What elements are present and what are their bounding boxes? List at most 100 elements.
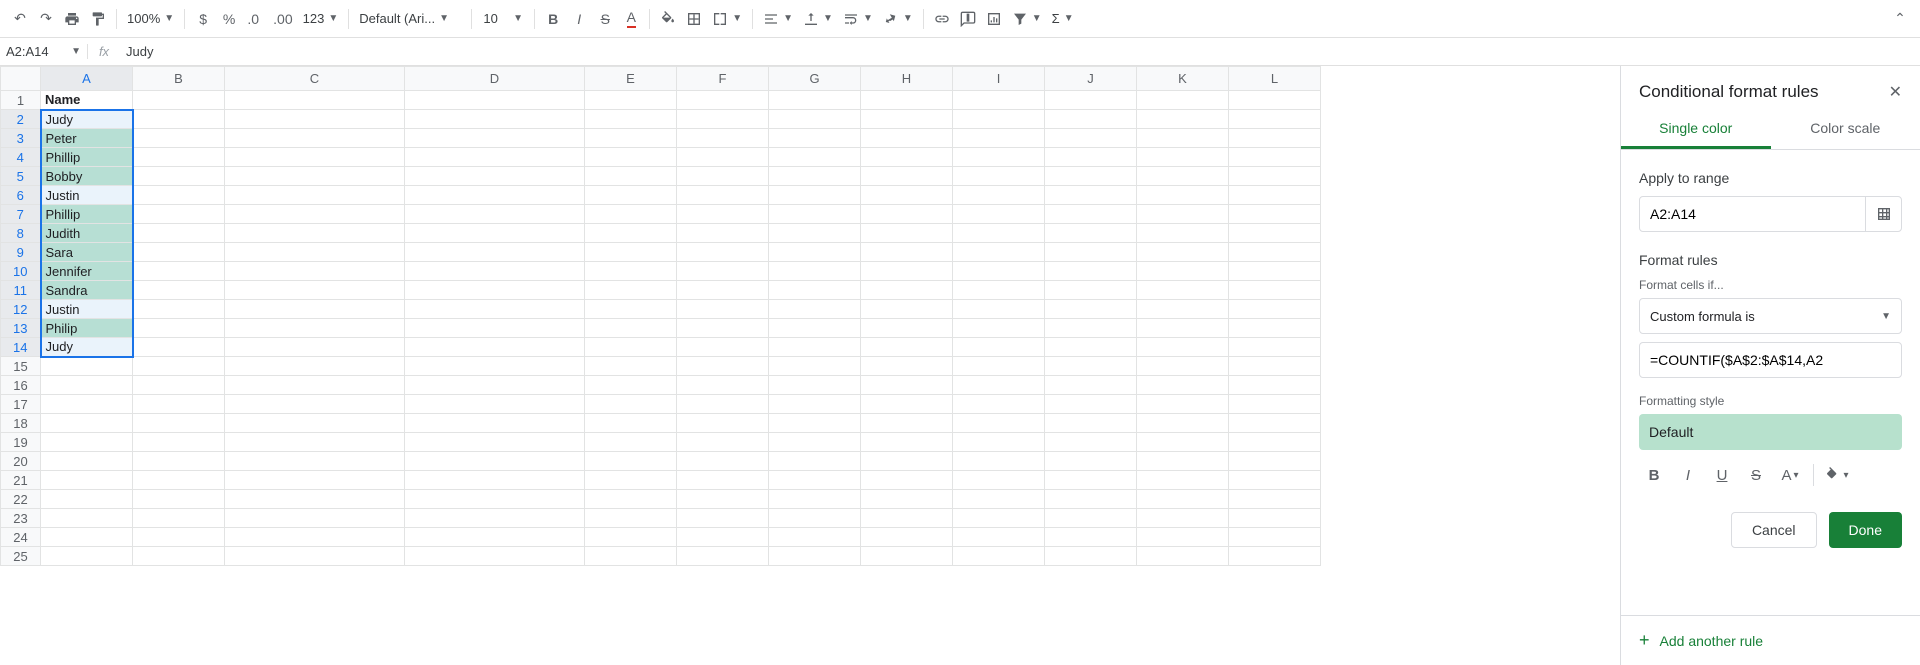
cell[interactable] [769,129,861,148]
cell[interactable] [953,452,1045,471]
cell[interactable] [405,357,585,376]
cell[interactable] [769,376,861,395]
cell[interactable] [677,224,769,243]
cell[interactable] [1229,300,1321,319]
row-header[interactable]: 8 [1,224,41,243]
cell[interactable] [1045,357,1137,376]
cell[interactable] [1045,205,1137,224]
cell[interactable] [133,224,225,243]
column-header[interactable]: G [769,67,861,91]
cell[interactable] [953,243,1045,262]
cell[interactable] [1137,300,1229,319]
cell[interactable] [953,148,1045,167]
functions-select[interactable]: Σ▼ [1048,6,1078,32]
cell[interactable] [225,224,405,243]
text-color-style-icon[interactable]: A▾ [1775,460,1805,490]
cell[interactable] [585,167,677,186]
cell[interactable] [1137,509,1229,528]
close-icon[interactable]: ✕ [1889,82,1902,102]
cell[interactable] [769,91,861,110]
cell[interactable] [861,205,953,224]
cell[interactable] [405,509,585,528]
cell[interactable] [133,243,225,262]
cell[interactable] [677,452,769,471]
cell[interactable] [1229,167,1321,186]
column-header[interactable]: C [225,67,405,91]
cell[interactable] [953,129,1045,148]
cell[interactable] [769,338,861,357]
cell[interactable] [861,167,953,186]
cell[interactable] [585,338,677,357]
tab-single-color[interactable]: Single color [1621,110,1771,149]
cell[interactable] [1045,262,1137,281]
cell[interactable] [405,319,585,338]
row-header[interactable]: 16 [1,376,41,395]
cell[interactable] [133,281,225,300]
cell[interactable] [769,110,861,129]
row-header[interactable]: 21 [1,471,41,490]
cell[interactable] [225,262,405,281]
cell[interactable] [769,395,861,414]
cell[interactable]: Phillip [41,148,133,167]
borders-icon[interactable] [682,6,706,32]
cell[interactable] [769,528,861,547]
cell[interactable] [769,452,861,471]
cell[interactable] [1137,319,1229,338]
formula-input[interactable]: Judy [120,44,1920,59]
row-header[interactable]: 5 [1,167,41,186]
cell[interactable] [225,205,405,224]
cell[interactable] [585,395,677,414]
cell[interactable] [769,509,861,528]
cell[interactable] [769,414,861,433]
cell[interactable] [677,414,769,433]
cell[interactable] [769,186,861,205]
cell[interactable] [1045,186,1137,205]
cell[interactable] [861,357,953,376]
row-header[interactable]: 23 [1,509,41,528]
cell[interactable] [41,528,133,547]
cell[interactable] [405,338,585,357]
row-header[interactable]: 11 [1,281,41,300]
cell[interactable] [953,414,1045,433]
cell[interactable] [953,471,1045,490]
cell[interactable] [677,509,769,528]
paint-format-icon[interactable] [86,6,110,32]
cell[interactable] [1137,471,1229,490]
cell[interactable] [41,433,133,452]
cell[interactable] [1045,167,1137,186]
cell[interactable] [861,243,953,262]
cell[interactable] [585,186,677,205]
cell[interactable] [405,205,585,224]
cell[interactable] [1229,281,1321,300]
cell[interactable] [1229,547,1321,566]
cell[interactable] [41,376,133,395]
cell[interactable] [1229,528,1321,547]
row-header[interactable]: 6 [1,186,41,205]
cell[interactable] [861,110,953,129]
cell[interactable] [405,262,585,281]
cell[interactable] [133,338,225,357]
cell[interactable] [1045,338,1137,357]
insert-comment-icon[interactable] [956,6,980,32]
cell[interactable] [677,490,769,509]
cell[interactable] [1229,148,1321,167]
cell[interactable] [1137,338,1229,357]
cell[interactable] [405,528,585,547]
cell[interactable] [585,91,677,110]
cell[interactable] [225,148,405,167]
cell[interactable] [1045,148,1137,167]
cell[interactable] [225,433,405,452]
cell[interactable] [1229,452,1321,471]
fill-color-icon[interactable] [656,6,680,32]
cell[interactable] [1137,414,1229,433]
cell[interactable] [133,167,225,186]
percent-icon[interactable]: % [217,6,241,32]
cell[interactable] [405,243,585,262]
cell[interactable] [405,186,585,205]
cell[interactable] [1045,224,1137,243]
cell[interactable] [1229,338,1321,357]
cell[interactable]: Jennifer [41,262,133,281]
cell[interactable] [1045,91,1137,110]
cell[interactable] [585,148,677,167]
vertical-align-select[interactable]: ▼ [799,6,837,32]
